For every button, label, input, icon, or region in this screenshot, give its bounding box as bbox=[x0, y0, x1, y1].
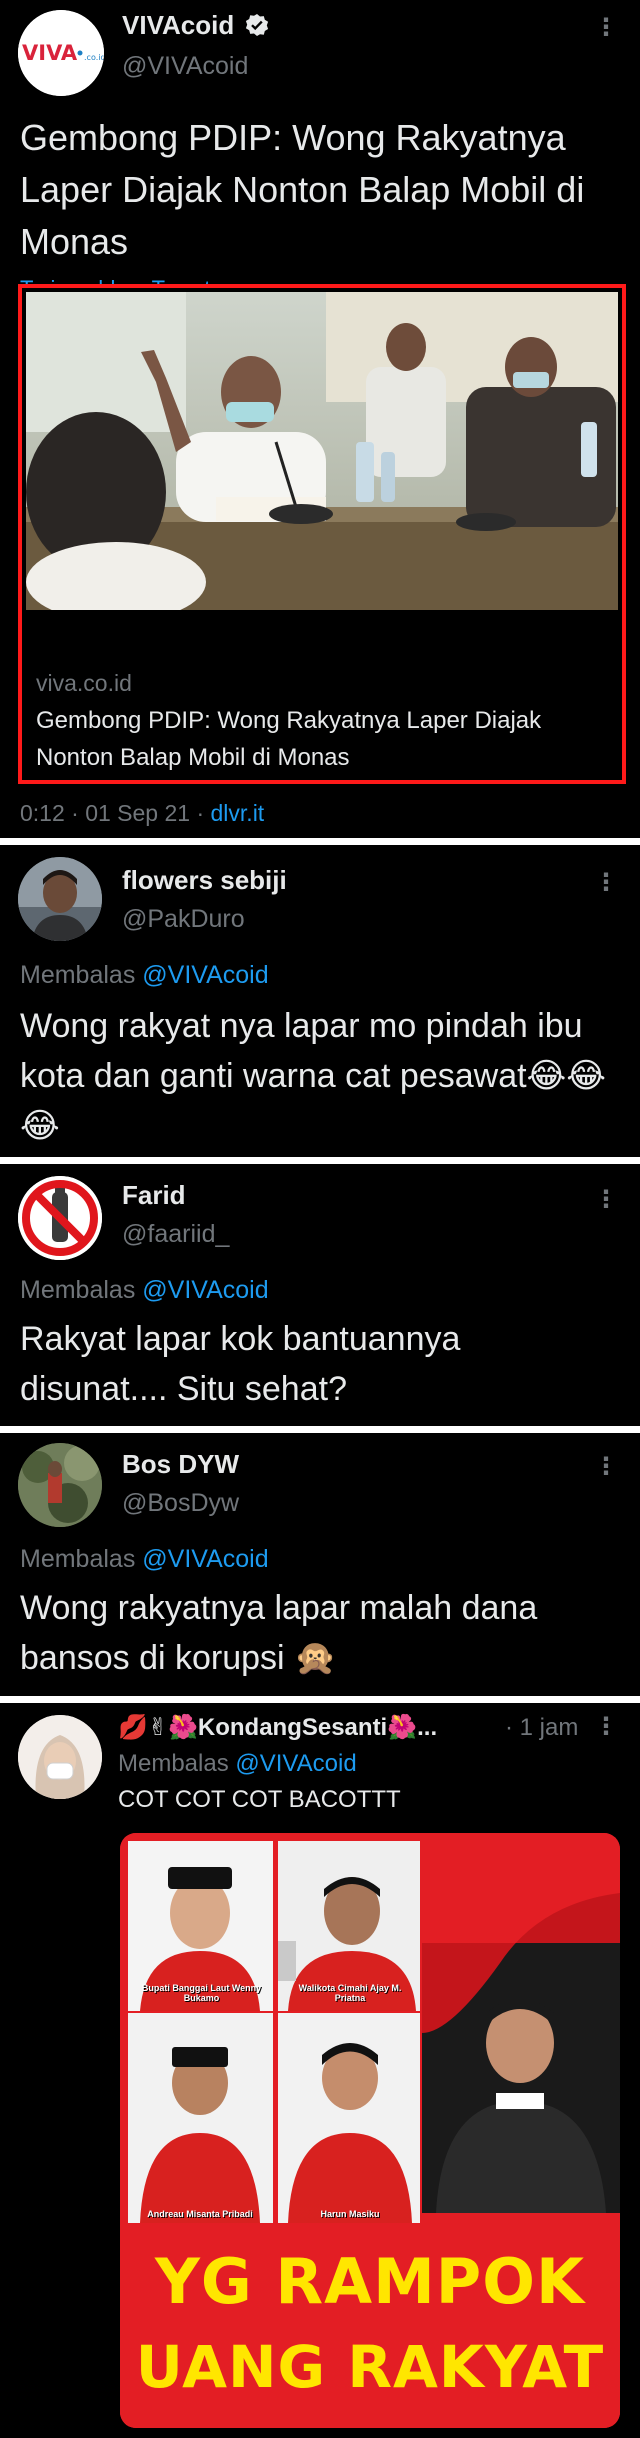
more-options-icon[interactable]: ⋮ bbox=[594, 1455, 618, 1479]
separator bbox=[0, 838, 640, 845]
more-options-icon[interactable]: ⋮ bbox=[594, 1715, 618, 1739]
card-domain: viva.co.id bbox=[36, 670, 132, 696]
author-handle[interactable]: @faariid_ bbox=[122, 1220, 229, 1249]
link-card[interactable]: viva.co.id Gembong PDIP: Wong Rakyatnya … bbox=[18, 284, 626, 784]
poster-headline: YG RAMPOK bbox=[155, 2245, 585, 2318]
more-options-icon[interactable]: ⋮ bbox=[594, 871, 618, 895]
attached-image[interactable]: Bupati Banggai Laut Wenny Bukamo Walikot… bbox=[120, 1833, 620, 2428]
reply-mention-link[interactable]: @VIVAcoid bbox=[235, 1750, 356, 1777]
reply-tweet[interactable]: Bos DYW @BosDyw ⋮ Membalas @VIVAcoid Won… bbox=[0, 1433, 640, 1696]
author-name[interactable]: Farid bbox=[122, 1180, 186, 1211]
avatar[interactable] bbox=[18, 1715, 102, 1799]
more-options-icon[interactable]: ⋮ bbox=[594, 16, 618, 40]
poster-caption: Andreau Misanta Pribadi bbox=[147, 2209, 253, 2219]
tweet-text: Rakyat lapar kok bantuannya disunat.... … bbox=[20, 1320, 461, 1408]
tweet-time[interactable]: 0:12 · 01 Sep 21 · bbox=[20, 800, 211, 826]
replying-to: Membalas @VIVAcoid bbox=[20, 961, 269, 989]
card-title: Gembong PDIP: Wong Rakyatnya Laper Diaja… bbox=[36, 707, 542, 771]
tweet-text: Gembong PDIP: Wong Rakyatnya Laper Diaja… bbox=[20, 117, 585, 262]
author-handle[interactable]: @VIVAcoid bbox=[122, 52, 248, 81]
avatar[interactable] bbox=[18, 1176, 102, 1260]
avatar[interactable] bbox=[18, 857, 102, 941]
separator bbox=[0, 1696, 640, 1703]
avatar[interactable] bbox=[18, 1443, 102, 1527]
avatar[interactable]: VIVA .co.id bbox=[18, 10, 104, 96]
replying-to: Membalas @VIVAcoid bbox=[118, 1750, 357, 1777]
author-name[interactable]: flowers sebiji bbox=[122, 865, 287, 896]
author-name[interactable]: Bos DYW bbox=[122, 1449, 239, 1480]
replying-to: Membalas @VIVAcoid bbox=[20, 1545, 269, 1573]
poster-caption: Bupati Banggai Laut Wenny Bukamo bbox=[141, 1983, 262, 2003]
tweet-text: Wong rakyatnya lapar malah dana bansos d… bbox=[20, 1589, 538, 1677]
reply-tweet[interactable]: Farid @faariid_ ⋮ Membalas @VIVAcoid Rak… bbox=[0, 1164, 640, 1426]
author-name[interactable]: 💋✌🌺KondangSesanti🌺... bbox=[118, 1713, 437, 1742]
reply-tweet[interactable]: flowers sebiji @PakDuro ⋮ Membalas @VIVA… bbox=[0, 845, 640, 1157]
svg-text:VIVA: VIVA bbox=[22, 41, 78, 65]
separator bbox=[0, 1426, 640, 1433]
reply-mention-link[interactable]: @VIVAcoid bbox=[142, 961, 268, 989]
main-tweet: VIVA .co.id VIVAcoid @VIVAcoid ⋮ Gembong… bbox=[0, 0, 640, 838]
svg-text:.co.id: .co.id bbox=[84, 53, 104, 62]
poster-caption: Harun Masiku bbox=[320, 2209, 380, 2219]
card-image bbox=[26, 292, 618, 610]
viva-logo-icon: VIVA .co.id bbox=[18, 10, 104, 96]
tweet-text: COT COT COT BACOTTT bbox=[118, 1786, 401, 1813]
author-handle[interactable]: @PakDuro bbox=[122, 905, 245, 934]
separator bbox=[0, 1157, 640, 1164]
replying-to: Membalas @VIVAcoid bbox=[20, 1276, 269, 1304]
reply-mention-link[interactable]: @VIVAcoid bbox=[142, 1545, 268, 1573]
verified-badge-icon bbox=[246, 14, 269, 36]
reply-mention-link[interactable]: @VIVAcoid bbox=[142, 1276, 268, 1304]
tweet-source[interactable]: dlvr.it bbox=[211, 800, 265, 826]
more-options-icon[interactable]: ⋮ bbox=[594, 1188, 618, 1212]
author-handle[interactable]: @BosDyw bbox=[122, 1489, 239, 1518]
poster-headline: UANG RAKYAT bbox=[135, 2333, 605, 2401]
author-name[interactable]: VIVAcoid bbox=[122, 10, 269, 41]
tweet-text: Wong rakyat nya lapar mo pindah ibu kota… bbox=[20, 1007, 607, 1145]
poster-caption: Walikota Cimahi Ajay M. Priatna bbox=[298, 1983, 402, 2003]
tweet-metadata: 0:12 · 01 Sep 21 · dlvr.it bbox=[20, 800, 264, 827]
tweet-time[interactable]: · 1 jam bbox=[505, 1714, 578, 1742]
